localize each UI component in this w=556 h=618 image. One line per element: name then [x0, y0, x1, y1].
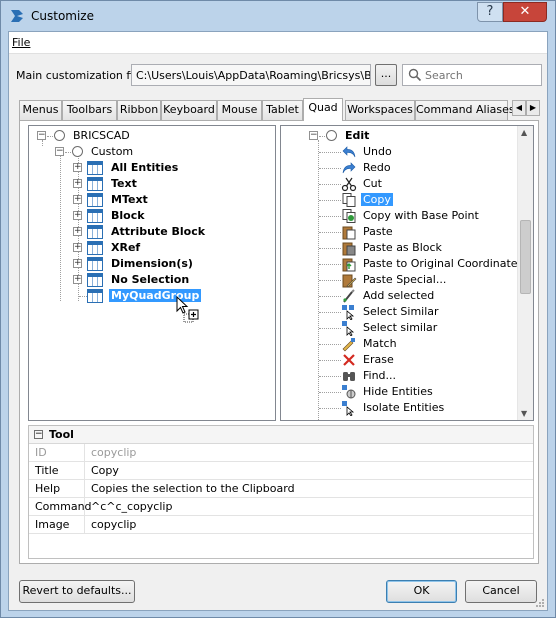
customize-dialog: Customize ? ✕ File Main customization fi… [0, 0, 556, 618]
expand-icon[interactable]: + [73, 259, 82, 268]
paste-block-icon [342, 242, 356, 256]
add-selected-icon [343, 289, 355, 303]
quad-tab-panel: − BRICSCAD − Custom + All Entities + Tex… [19, 120, 539, 564]
quad-groups-tree[interactable]: − BRICSCAD − Custom + All Entities + Tex… [28, 125, 276, 421]
browse-button[interactable]: ... [375, 64, 397, 86]
search-box[interactable] [402, 64, 542, 86]
match-icon [342, 338, 355, 352]
tab-scroll-right-icon[interactable]: ▶ [526, 100, 540, 116]
tool-section-header[interactable]: − Tool [29, 426, 533, 444]
scroll-down-icon[interactable]: ▼ [521, 409, 527, 418]
undo-icon [342, 146, 356, 158]
search-icon [408, 68, 422, 82]
paste-orig-icon [342, 258, 356, 272]
hide-icon [342, 385, 356, 399]
help-button[interactable]: ? [477, 2, 503, 22]
quad-group-icon [87, 225, 103, 239]
revert-to-defaults-button[interactable]: Revert to defaults... [19, 580, 135, 603]
redo-icon [342, 162, 356, 174]
expand-icon[interactable]: + [73, 227, 82, 236]
ok-button[interactable]: OK [386, 580, 457, 603]
properties-grid: − Tool ID copyclip Title Copy Help Copie… [28, 425, 534, 559]
main-file-label: Main customization file: [16, 69, 147, 82]
menu-bar: File [9, 32, 547, 54]
quad-group-icon [87, 257, 103, 271]
expand-icon[interactable]: + [73, 195, 82, 204]
quad-group-icon [87, 289, 103, 303]
select-similar-icon [342, 305, 355, 320]
tab-strip: Menus Toolbars Ribbon Keyboard Mouse Tab… [19, 98, 540, 121]
property-row-title[interactable]: Title Copy [29, 462, 533, 480]
commands-tree[interactable]: − Edit Undo Redo Cut Copy Copy with Base… [280, 125, 534, 421]
bricscad-app-icon [11, 10, 23, 22]
resize-grip-icon[interactable] [535, 598, 545, 608]
tab-toolbars[interactable]: Toolbars [62, 100, 117, 120]
tab-command-aliases[interactable]: Command Aliases [415, 100, 515, 120]
quad-group-icon [87, 177, 103, 191]
main-file-path-field[interactable]: C:\Users\Louis\AppData\Roaming\Bricsys\B… [131, 64, 371, 86]
menu-file[interactable]: File [12, 36, 30, 49]
property-row-command[interactable]: Command ^c^c_copyclip [29, 498, 533, 516]
copy-icon [342, 193, 356, 207]
radio-icon [72, 146, 83, 157]
collapse-icon[interactable]: − [309, 131, 318, 140]
collapse-icon[interactable]: − [55, 147, 64, 156]
title-bar[interactable]: Customize ? ✕ [1, 1, 555, 31]
scrollbar-thumb[interactable] [520, 220, 531, 294]
expand-icon[interactable]: + [73, 275, 82, 284]
copy-base-icon [342, 209, 356, 223]
tab-quad[interactable]: Quad [303, 98, 343, 121]
quad-group-icon [87, 273, 103, 287]
quad-group-icon [87, 193, 103, 207]
drag-copy-cursor-icon [176, 296, 199, 323]
property-row-image[interactable]: Image copyclip [29, 516, 533, 534]
expand-icon[interactable]: + [73, 243, 82, 252]
expand-icon[interactable]: + [73, 211, 82, 220]
scroll-up-icon[interactable]: ▲ [521, 128, 527, 137]
property-row-id[interactable]: ID copyclip [29, 444, 533, 462]
window-title: Customize [31, 9, 94, 23]
paste-icon [342, 226, 356, 240]
expand-icon[interactable]: + [73, 179, 82, 188]
tab-scroll-left-icon[interactable]: ◀ [512, 100, 526, 116]
tab-mouse[interactable]: Mouse [217, 100, 262, 120]
quad-group-icon [87, 241, 103, 255]
quad-group-icon [87, 209, 103, 223]
commands-scrollbar[interactable]: ▲ ▼ [517, 126, 533, 420]
tab-workspaces[interactable]: Workspaces [345, 100, 415, 120]
search-input[interactable] [425, 67, 537, 83]
property-row-help[interactable]: Help Copies the selection to the Clipboa… [29, 480, 533, 498]
collapse-icon[interactable]: − [37, 131, 46, 140]
tab-keyboard[interactable]: Keyboard [161, 100, 217, 120]
tab-ribbon[interactable]: Ribbon [117, 100, 161, 120]
paste-special-icon [342, 274, 357, 288]
radio-icon [326, 130, 337, 141]
dialog-body: File Main customization file: C:\Users\L… [8, 31, 548, 611]
isolate-icon [342, 401, 355, 416]
close-button[interactable]: ✕ [503, 2, 547, 22]
tab-menus[interactable]: Menus [19, 100, 62, 120]
cancel-button[interactable]: Cancel [465, 580, 537, 603]
scissors-icon [341, 177, 357, 192]
expand-icon[interactable]: + [73, 163, 82, 172]
erase-icon [343, 354, 355, 366]
find-icon [343, 372, 355, 381]
tab-tablet[interactable]: Tablet [262, 100, 303, 120]
radio-icon [54, 130, 65, 141]
collapse-icon[interactable]: − [34, 430, 43, 439]
quad-group-icon [87, 161, 103, 175]
select-similar-icon [342, 321, 355, 336]
